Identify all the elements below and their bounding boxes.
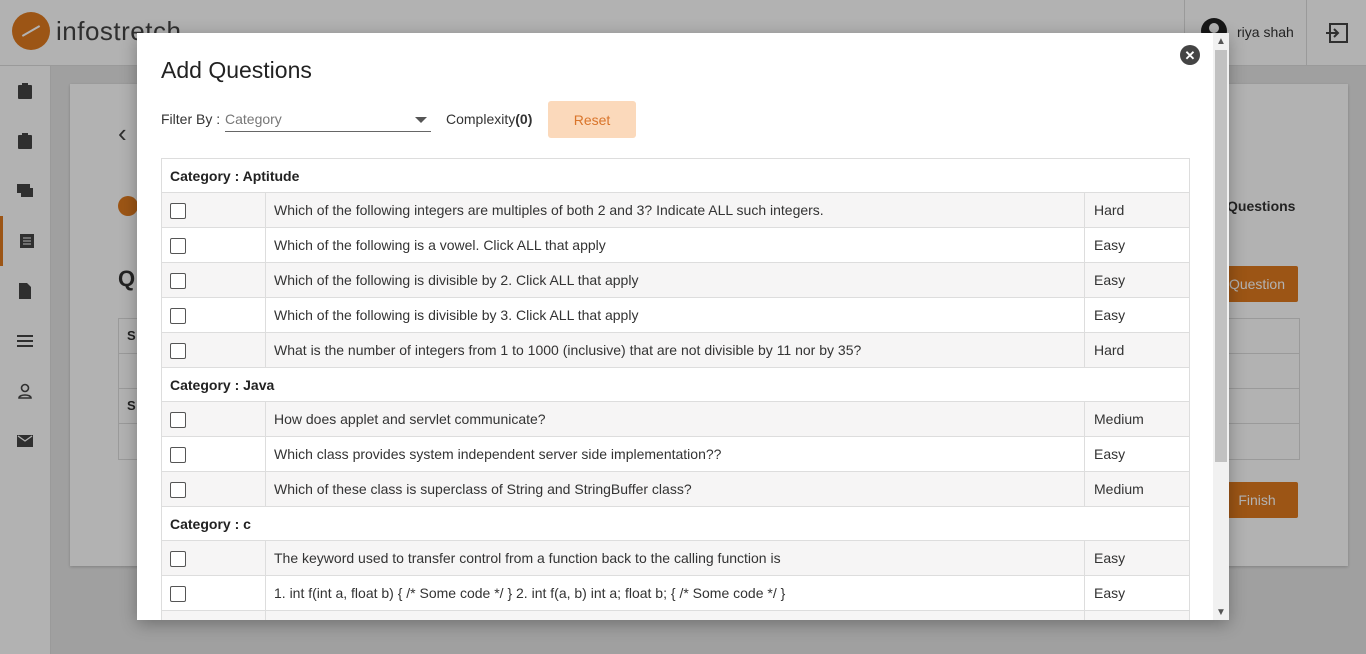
question-text: Which of the following is divisible by 2… <box>274 272 639 288</box>
category-header: Category : Java <box>162 368 1189 402</box>
question-text: Which of the following is divisible by 3… <box>274 307 639 323</box>
scroll-down-icon[interactable]: ▼ <box>1213 604 1229 620</box>
select-cell <box>162 333 266 367</box>
dropdown-caret-icon <box>415 117 427 123</box>
question-text <box>266 611 1084 620</box>
question-complexity: Easy <box>1084 228 1189 262</box>
question-row[interactable]: Which class provides system independent … <box>162 437 1189 472</box>
question-complexity: Easy <box>1084 541 1189 575</box>
scroll-up-icon[interactable]: ▲ <box>1213 33 1229 49</box>
question-checkbox[interactable] <box>170 447 186 463</box>
select-cell <box>162 228 266 262</box>
question-complexity: Easy <box>1084 576 1189 610</box>
question-checkbox[interactable] <box>170 586 186 602</box>
reset-button[interactable]: Reset <box>548 101 636 138</box>
question-complexity: Easy <box>1084 263 1189 297</box>
question-checkbox[interactable] <box>170 482 186 498</box>
select-cell <box>162 193 266 227</box>
question-checkbox[interactable] <box>170 412 186 428</box>
select-cell <box>162 298 266 332</box>
category-header: Category : c <box>162 507 1189 541</box>
question-complexity: Hard <box>1084 333 1189 367</box>
scroll-thumb[interactable] <box>1215 50 1227 462</box>
question-complexity: Medium <box>1084 472 1189 506</box>
question-checkbox[interactable] <box>170 203 186 219</box>
question-checkbox[interactable] <box>170 273 186 289</box>
question-text: The keyword used to transfer control fro… <box>274 550 781 566</box>
question-checkbox[interactable] <box>170 551 186 567</box>
question-checkbox[interactable] <box>170 308 186 324</box>
question-text: 1. int f(int a, float b) { /* Some code … <box>274 585 786 601</box>
select-cell <box>162 402 266 436</box>
complexity-label: Complexity <box>446 111 516 127</box>
question-complexity: Hard <box>1084 193 1189 227</box>
question-checkbox[interactable] <box>170 343 186 359</box>
question-complexity <box>1084 611 1189 620</box>
category-placeholder: Category <box>225 111 282 127</box>
question-row[interactable]: Which of these class is superclass of St… <box>162 472 1189 507</box>
select-cell <box>162 541 266 575</box>
question-text: Which of these class is superclass of St… <box>274 481 692 497</box>
question-row[interactable]: Which of the following is a vowel. Click… <box>162 228 1189 263</box>
select-cell <box>162 437 266 471</box>
filter-label: Filter By : <box>161 111 221 127</box>
modal-scrollbar[interactable]: ▲ ▼ <box>1213 33 1229 620</box>
close-icon[interactable]: ✕ <box>1180 45 1200 65</box>
select-cell <box>162 611 266 620</box>
question-checkbox[interactable] <box>170 238 186 254</box>
question-text: Which of the following integers are mult… <box>274 202 824 218</box>
question-complexity: Easy <box>1084 437 1189 471</box>
select-cell <box>162 263 266 297</box>
question-row[interactable]: What is the number of integers from 1 to… <box>162 333 1189 368</box>
add-questions-modal: Add Questions ✕ Filter By : Category Com… <box>137 33 1229 620</box>
modal-title: Add Questions <box>161 57 312 83</box>
question-text: Which class provides system independent … <box>274 446 722 462</box>
question-row[interactable]: 1. int f(int a, float b) { /* Some code … <box>162 576 1189 611</box>
complexity-filter[interactable]: Complexity(0) <box>446 111 532 127</box>
complexity-count: (0) <box>515 111 533 127</box>
question-text: What is the number of integers from 1 to… <box>274 342 862 358</box>
question-text: How does applet and servlet communicate? <box>274 411 546 427</box>
question-row[interactable] <box>162 611 1189 620</box>
question-row[interactable]: Which of the following is divisible by 3… <box>162 298 1189 333</box>
category-select[interactable]: Category <box>225 105 431 132</box>
question-complexity: Easy <box>1084 298 1189 332</box>
question-row[interactable]: Which of the following is divisible by 2… <box>162 263 1189 298</box>
question-complexity: Medium <box>1084 402 1189 436</box>
question-row[interactable]: The keyword used to transfer control fro… <box>162 541 1189 576</box>
select-cell <box>162 472 266 506</box>
questions-table: Category : Aptitude Which of the followin… <box>161 158 1190 620</box>
category-header: Category : Aptitude <box>162 159 1189 193</box>
question-row[interactable]: How does applet and servlet communicate?… <box>162 402 1189 437</box>
select-cell <box>162 576 266 610</box>
question-text: Which of the following is a vowel. Click… <box>274 237 606 253</box>
question-row[interactable]: Which of the following integers are mult… <box>162 193 1189 228</box>
